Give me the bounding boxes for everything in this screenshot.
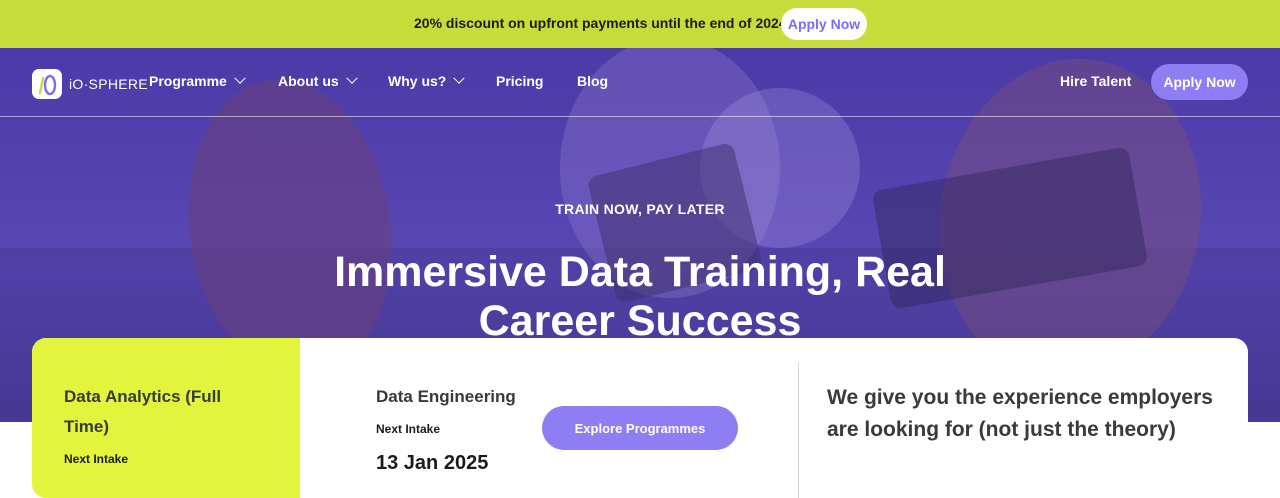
nav-blog[interactable]: Blog (577, 73, 608, 89)
nav-about-us[interactable]: About us (278, 72, 358, 89)
nav-programme[interactable]: Programme (149, 72, 246, 89)
value-proposition: We give you the experience employers are… (827, 386, 1213, 441)
nav-why-us-label: Why us? (388, 73, 447, 89)
nav-why-us[interactable]: Why us? (388, 72, 466, 89)
nav-programme-label: Programme (149, 73, 227, 89)
hire-talent-link[interactable]: Hire Talent (1060, 73, 1131, 89)
nav-about-us-label: About us (278, 73, 339, 89)
card-divider (798, 362, 799, 498)
nav-divider (0, 116, 1280, 117)
nav-pricing[interactable]: Pricing (496, 73, 543, 89)
promo-text: 20% discount on upfront payments until t… (414, 15, 800, 31)
programme-title: Data Engineering (376, 387, 516, 406)
logo-text: iO·SPHERE (69, 76, 148, 92)
explore-programmes-button[interactable]: Explore Programmes (542, 406, 738, 450)
chevron-down-icon (234, 72, 246, 84)
io-sphere-logo-icon (32, 69, 62, 99)
chevron-down-icon (345, 72, 358, 84)
programme-title: Data Analytics (Full Time) (64, 387, 222, 436)
chevron-down-icon (453, 72, 466, 84)
nav-blog-label: Blog (577, 73, 609, 89)
hero-headline: Immersive Data Training, Real Career Suc… (334, 248, 946, 345)
hero-eyebrow: TRAIN NOW, PAY LATER (555, 201, 725, 217)
programme-tab-data-analytics[interactable]: Data Analytics (Full Time) Next Intake (32, 338, 300, 498)
site-logo[interactable]: iO·SPHERE (32, 69, 148, 99)
next-intake-label: Next Intake (64, 452, 129, 466)
promo-apply-button[interactable]: Apply Now (781, 8, 867, 40)
nav-pricing-label: Pricing (496, 73, 544, 89)
next-intake-label: Next Intake (376, 422, 441, 436)
programme-card: Data Analytics (Full Time) Next Intake D… (32, 338, 1248, 498)
nav-apply-button[interactable]: Apply Now (1151, 64, 1248, 100)
next-intake-date: 13 Jan 2025 (376, 452, 489, 474)
promo-banner: 20% discount on upfront payments until t… (0, 0, 1280, 48)
